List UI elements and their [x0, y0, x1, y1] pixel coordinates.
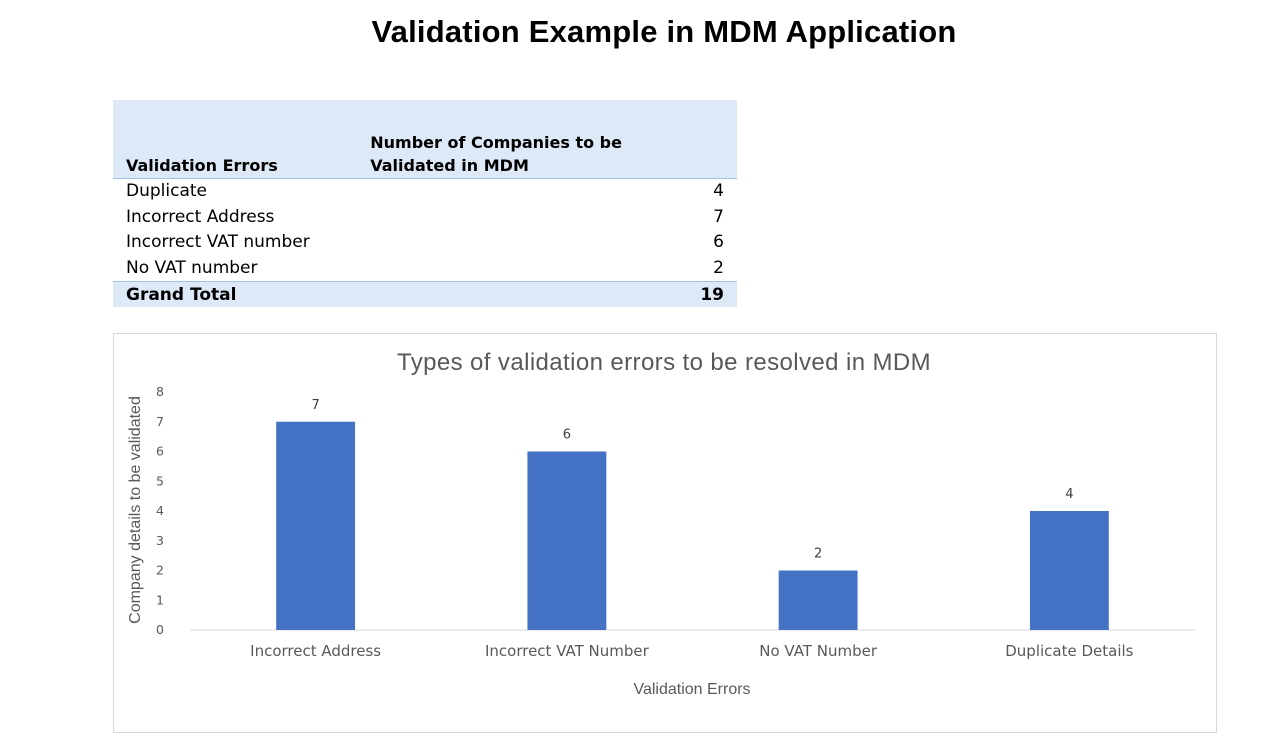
bar — [276, 421, 356, 630]
pivot-row-label: No VAT number — [126, 257, 258, 278]
pivot-header-validation-errors[interactable]: Validation Errors — [113, 100, 367, 179]
y-tick-label: 0 — [156, 622, 164, 637]
bar — [778, 570, 858, 630]
pivot-header-company-count-text: Number of Companies to be Validated in M… — [370, 133, 622, 175]
pivot-total-label: Grand Total — [113, 281, 367, 307]
x-category-label: Incorrect VAT Number — [485, 642, 650, 660]
chart-x-axis-label: Validation Errors — [633, 681, 750, 698]
bar-value-label: 6 — [563, 428, 571, 443]
table-row[interactable]: Duplicate 4 — [113, 179, 737, 205]
chart-title: Types of validation errors to be resolve… — [397, 349, 931, 376]
pivot-header-company-count: Number of Companies to be Validated in M… — [366, 100, 737, 179]
pivot-row-count: 7 — [713, 206, 724, 227]
pivot-row-count: 2 — [713, 257, 724, 278]
bar-chart: Types of validation errors to be resolve… — [127, 349, 1195, 698]
pivot-row-label: Incorrect Address — [126, 206, 275, 227]
bar-value-label: 2 — [814, 547, 822, 562]
chart-area[interactable]: Types of validation errors to be resolve… — [113, 333, 1217, 733]
bar — [527, 451, 607, 630]
pivot-header-row: Validation Errors Number of Companies to… — [113, 100, 737, 179]
table-row[interactable]: Incorrect Address 7 — [113, 205, 737, 231]
y-tick-label: 7 — [156, 414, 164, 429]
y-tick-label: 4 — [156, 503, 164, 518]
bar-value-label: 7 — [311, 398, 319, 413]
y-tick-label: 8 — [156, 384, 164, 399]
pivot-row-label: Incorrect VAT number — [126, 232, 310, 253]
pivot-row-count: 4 — [713, 181, 724, 202]
table-row[interactable]: Incorrect VAT number 6 — [113, 230, 737, 256]
y-tick-label: 1 — [156, 592, 164, 607]
pivot-total-row[interactable]: Grand Total 19 — [113, 281, 737, 307]
table-row[interactable]: No VAT number 2 — [113, 256, 737, 282]
x-category-label: Incorrect Address — [250, 642, 381, 660]
y-tick-label: 6 — [156, 444, 164, 459]
y-tick-label: 5 — [156, 473, 164, 488]
y-tick-label: 2 — [156, 563, 164, 578]
pivot-table: Validation Errors Number of Companies to… — [113, 100, 737, 307]
x-category-label: No VAT Number — [759, 642, 878, 660]
x-category-label: Duplicate Details — [1005, 642, 1133, 660]
pivot-row-count: 6 — [713, 232, 724, 253]
bar — [1029, 511, 1109, 630]
chart-y-axis-label: Company details to be validated — [127, 396, 144, 624]
pivot-row-label: Duplicate — [126, 181, 207, 202]
bar-value-label: 4 — [1065, 487, 1073, 502]
slide-title: Validation Example in MDM Application — [371, 14, 957, 49]
pivot-total-count: 19 — [366, 281, 737, 307]
y-tick-label: 3 — [156, 533, 164, 548]
